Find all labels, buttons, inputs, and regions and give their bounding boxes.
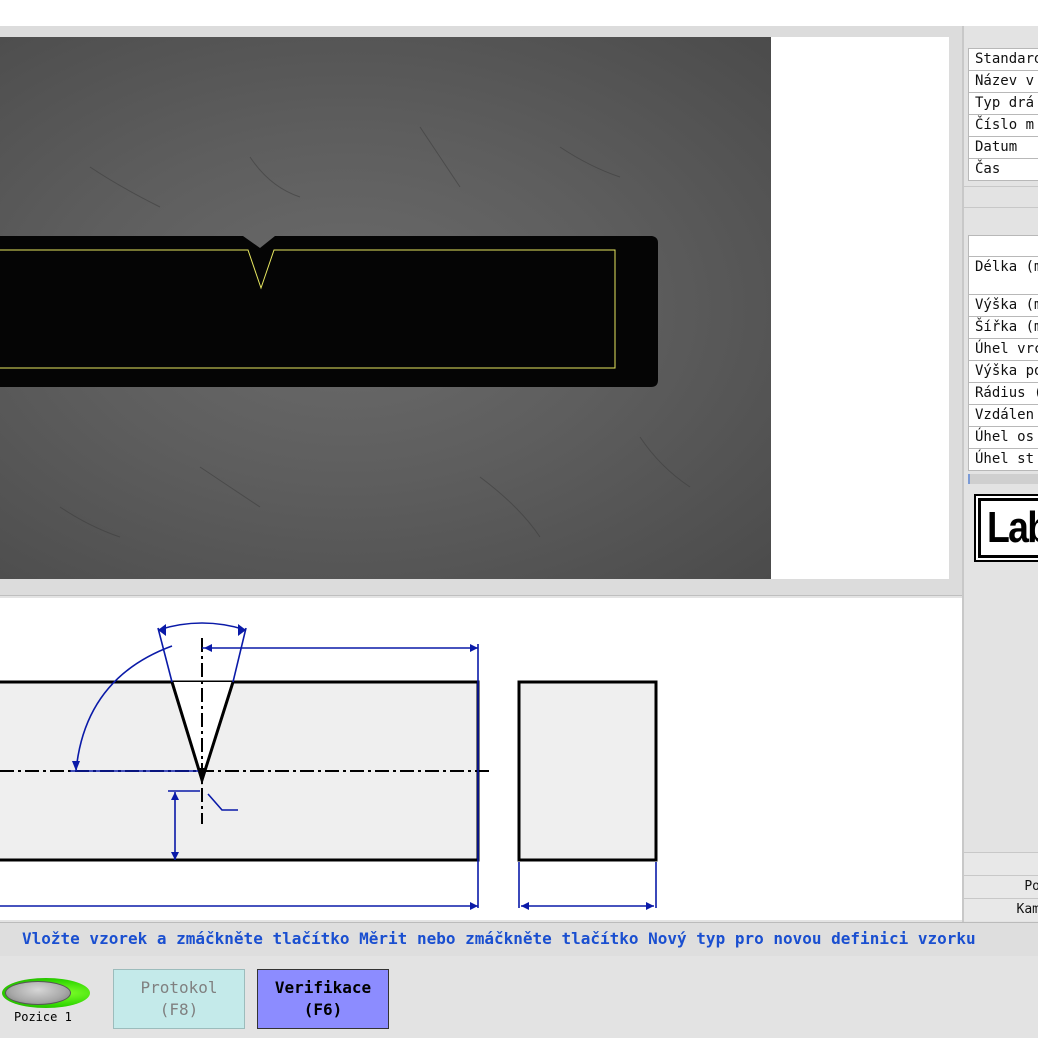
drawing-svg <box>0 608 658 910</box>
info-row-time: Čas <box>968 159 1038 181</box>
camera-white-area <box>771 37 949 579</box>
verifikace-button-shortcut: (F6) <box>303 1000 343 1019</box>
info-table: Standard Název v Typ drá Číslo m Datum Č… <box>968 48 1038 181</box>
indicator-lens <box>5 981 71 1005</box>
protokol-button-label: Protokol <box>140 978 218 997</box>
position-indicator-label: Pozice 1 <box>14 1010 72 1024</box>
protokol-button[interactable]: Protokol (F8) <box>113 969 245 1029</box>
top-bar <box>0 0 1038 26</box>
info-row-type: Typ drá <box>968 93 1038 115</box>
right-panel: Standard Název v Typ drá Číslo m Datum Č… <box>962 26 1038 922</box>
horizontal-scrollbar[interactable] <box>968 474 1038 484</box>
info-row-standard: Standard <box>968 49 1038 71</box>
panel-separator <box>964 186 1038 208</box>
parameters-table: Délka (m Výška (m Šířka (m Úhel vrc Výšk… <box>968 235 1038 471</box>
param-row-axis-angle: Úhel os <box>968 427 1038 449</box>
verifikace-button-label: Verifikace <box>274 978 372 997</box>
status-row-camera: Kam <box>964 898 1038 921</box>
logo-text: Lab <box>987 503 1038 552</box>
camera-frame <box>0 26 962 596</box>
param-row-height-under: Výška po <box>968 361 1038 383</box>
verifikace-button[interactable]: Verifikace (F6) <box>257 969 389 1029</box>
info-row-date: Datum <box>968 137 1038 159</box>
instruction-message: Vložte vzorek a zmáčkněte tlačítko Měrit… <box>0 922 1038 956</box>
param-row-radius: Rádius ( <box>968 383 1038 405</box>
info-row-name: Název v <box>968 71 1038 93</box>
position-indicator-icon <box>2 978 90 1008</box>
param-row-distance: Vzdálen <box>968 405 1038 427</box>
specimen-drawing <box>0 598 962 920</box>
param-header-row <box>968 236 1038 257</box>
company-logo: Lab <box>976 496 1038 560</box>
bottom-toolbar: Pozice 1 Protokol (F8) Verifikace (F6) <box>0 956 1038 1038</box>
camera-view <box>0 37 771 579</box>
protokol-button-shortcut: (F8) <box>159 1000 199 1019</box>
status-row-empty <box>964 852 1038 875</box>
status-row-position: Po <box>964 875 1038 898</box>
specimen-bar <box>0 236 658 387</box>
param-row-tip-angle: Úhel vrc <box>968 339 1038 361</box>
param-row-width: Šířka (m <box>968 317 1038 339</box>
param-row-height: Výška (m <box>968 295 1038 317</box>
info-row-number: Číslo m <box>968 115 1038 137</box>
status-position-label: Po <box>1024 879 1038 894</box>
specimen-image <box>0 126 691 538</box>
drawing-cross-section <box>517 680 658 862</box>
param-row-length: Délka (m <box>968 257 1038 295</box>
param-row-side-angle: Úhel st <box>968 449 1038 471</box>
status-camera-label: Kam <box>1016 902 1038 917</box>
